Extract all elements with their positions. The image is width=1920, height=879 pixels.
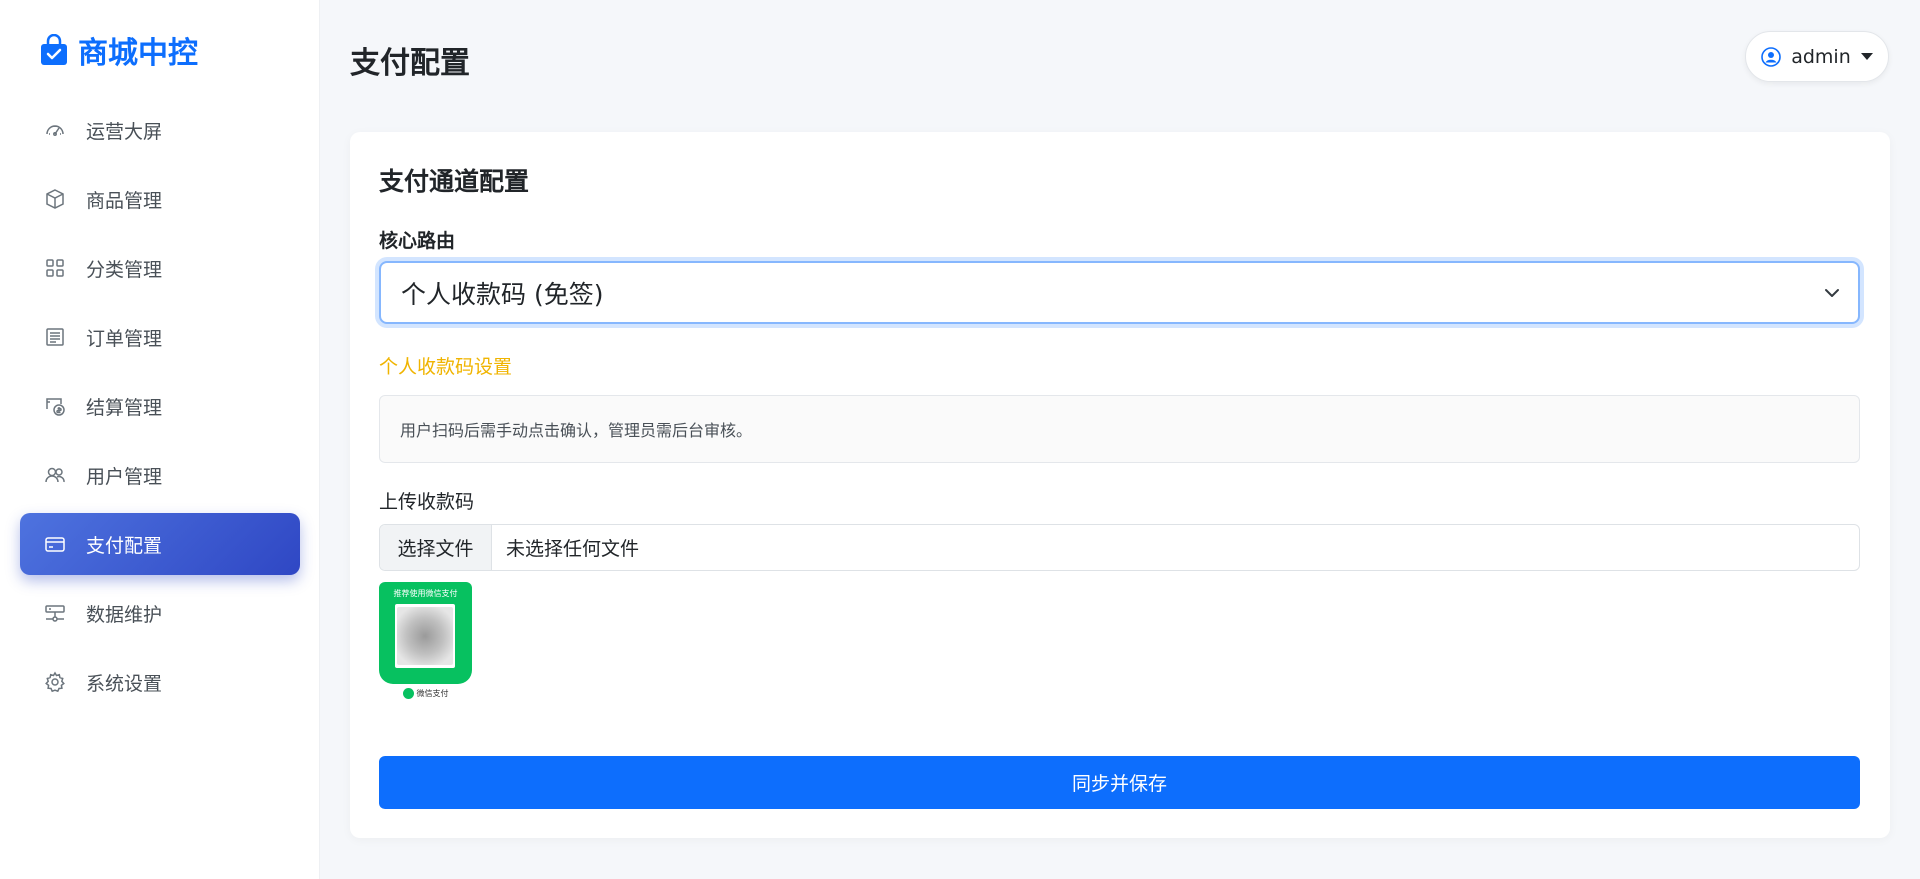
user-menu-button[interactable]: admin — [1745, 31, 1889, 82]
card-title: 支付通道配置 — [379, 167, 530, 196]
qr-footer-text: 微信支付 — [416, 689, 449, 698]
grid-icon — [44, 257, 66, 279]
qr-footer: 微信支付 — [379, 688, 472, 699]
speedometer-icon — [44, 119, 66, 141]
chevron-down-icon — [1825, 289, 1839, 297]
qr-card: 推荐使用微信支付 — [379, 582, 472, 684]
sidebar-item-label: 结算管理 — [86, 396, 163, 419]
info-text: 用户扫码后需手动点击确认，管理员需后台审核。 — [400, 421, 753, 440]
sidebar-item-categories[interactable]: 分类管理 — [20, 237, 300, 299]
sidebar: 商城中控 运营大屏 商品管理 分类管理 订单管理 结算管理 用户管理 支付配置 … — [0, 0, 320, 879]
section-title: 个人收款码设置 — [379, 356, 513, 378]
page-title: 支付配置 — [350, 46, 470, 81]
sidebar-item-payment-config[interactable]: 支付配置 — [20, 513, 300, 575]
sidebar-item-label: 用户管理 — [86, 465, 163, 488]
qr-code-image — [395, 604, 455, 668]
qr-code-blurred — [397, 607, 453, 665]
sidebar-item-data-maintenance[interactable]: 数据维护 — [20, 582, 300, 644]
sidebar-item-label: 订单管理 — [86, 327, 163, 350]
upload-label: 上传收款码 — [379, 491, 475, 513]
sidebar-item-label: 分类管理 — [86, 258, 163, 281]
box-icon — [44, 188, 66, 210]
sidebar-item-users[interactable]: 用户管理 — [20, 444, 300, 506]
sync-save-button[interactable]: 同步并保存 — [379, 756, 1860, 809]
sidebar-item-label: 商品管理 — [86, 189, 163, 212]
user-name: admin — [1791, 45, 1851, 68]
caret-down-icon — [1860, 53, 1873, 60]
core-route-select[interactable]: 个人收款码 (免签) — [379, 261, 1860, 324]
sidebar-nav: 运营大屏 商品管理 分类管理 订单管理 结算管理 用户管理 支付配置 数据维护 … — [20, 99, 300, 720]
document-list-icon — [44, 326, 66, 348]
sidebar-item-orders[interactable]: 订单管理 — [20, 306, 300, 368]
user-circle-icon — [1761, 46, 1782, 67]
users-icon — [44, 464, 66, 486]
wechat-pay-icon — [402, 688, 414, 699]
file-status: 未选择任何文件 — [506, 538, 640, 560]
sidebar-item-label: 系统设置 — [86, 672, 163, 695]
qr-code-preview: 推荐使用微信支付 微信支付 — [379, 582, 472, 705]
choose-file-button[interactable]: 选择文件 — [380, 525, 492, 570]
hdd-network-icon — [44, 602, 66, 624]
qr-header-text: 推荐使用微信支付 — [393, 589, 458, 598]
brand-name: 商城中控 — [78, 36, 198, 71]
sidebar-item-label: 运营大屏 — [86, 120, 163, 143]
core-route-selected-value: 个人收款码 (免签) — [401, 279, 604, 309]
credit-card-icon — [44, 533, 66, 555]
cash-settlement-icon — [44, 395, 66, 417]
sidebar-item-products[interactable]: 商品管理 — [20, 168, 300, 230]
sidebar-item-settlement[interactable]: 结算管理 — [20, 375, 300, 437]
sidebar-item-label: 数据维护 — [86, 603, 163, 626]
sidebar-item-system-settings[interactable]: 系统设置 — [20, 651, 300, 713]
payment-config-card: 支付通道配置 核心路由 个人收款码 (免签) 个人收款码设置 用户扫码后需手动点… — [350, 132, 1890, 838]
info-box: 用户扫码后需手动点击确认，管理员需后台审核。 — [379, 395, 1860, 463]
brand-logo[interactable]: 商城中控 — [40, 28, 198, 72]
sidebar-item-dashboard[interactable]: 运营大屏 — [20, 99, 300, 161]
sidebar-item-label: 支付配置 — [86, 534, 163, 557]
file-input[interactable]: 选择文件 未选择任何文件 — [379, 524, 1860, 571]
core-route-label: 核心路由 — [379, 230, 456, 252]
shopping-bag-icon — [41, 34, 67, 65]
gear-icon — [44, 671, 66, 693]
